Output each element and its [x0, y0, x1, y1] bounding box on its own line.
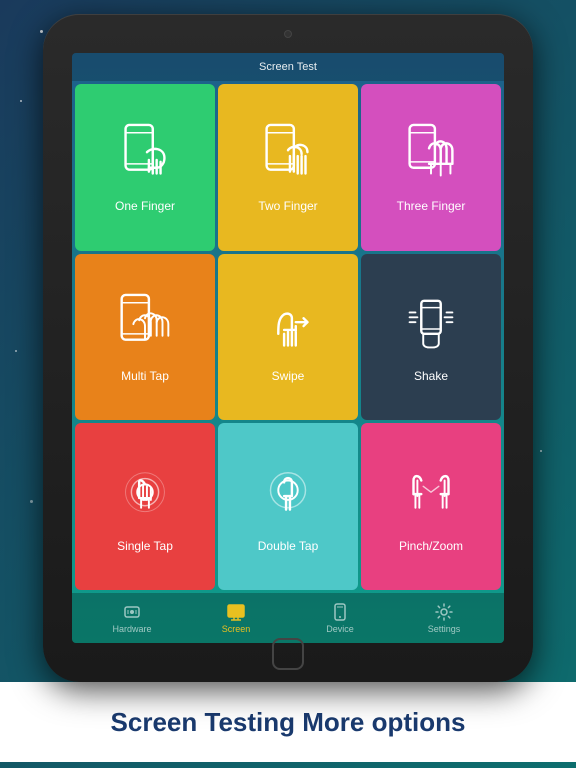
- single-tap-icon: [115, 463, 175, 533]
- screen-title: Screen Test: [259, 61, 317, 73]
- tablet-frame: Screen Test One Finger: [43, 14, 533, 682]
- gesture-grid: One Finger Two Finger: [72, 81, 504, 593]
- grid-item-three-finger[interactable]: Three Finger: [361, 84, 501, 251]
- tablet-camera: [284, 30, 292, 38]
- grid-item-two-finger[interactable]: Two Finger: [218, 84, 358, 251]
- bottom-banner: Screen Testing More options: [0, 682, 576, 762]
- tab-screen-label: Screen: [222, 624, 251, 634]
- grid-item-swipe[interactable]: Swipe: [218, 254, 358, 421]
- tab-settings-label: Settings: [428, 624, 461, 634]
- multi-tap-label: Multi Tap: [121, 369, 169, 383]
- swipe-label: Swipe: [272, 369, 305, 383]
- tab-hardware[interactable]: Hardware: [97, 602, 167, 634]
- tab-bar: Hardware Screen Device: [72, 593, 504, 643]
- multi-tap-icon: [115, 293, 175, 363]
- tablet-home-button[interactable]: [272, 638, 304, 670]
- grid-item-single-tap[interactable]: Single Tap: [75, 423, 215, 590]
- two-finger-label: Two Finger: [258, 199, 317, 213]
- pinch-zoom-label: Pinch/Zoom: [399, 539, 463, 553]
- grid-item-one-finger[interactable]: One Finger: [75, 84, 215, 251]
- tab-screen[interactable]: Screen: [201, 602, 271, 634]
- screen-tab-icon: [226, 602, 246, 622]
- tab-device[interactable]: Device: [305, 602, 375, 634]
- shake-label: Shake: [414, 369, 448, 383]
- grid-item-multi-tap[interactable]: Multi Tap: [75, 254, 215, 421]
- two-finger-icon: [258, 123, 318, 193]
- tab-hardware-label: Hardware: [112, 624, 151, 634]
- grid-item-pinch-zoom[interactable]: Pinch/Zoom: [361, 423, 501, 590]
- one-finger-icon: [115, 123, 175, 193]
- settings-icon: [434, 602, 454, 622]
- bottom-banner-text: Screen Testing More options: [111, 707, 466, 738]
- tab-device-label: Device: [326, 624, 354, 634]
- tablet-screen: Screen Test One Finger: [72, 53, 504, 643]
- hardware-icon: [122, 602, 142, 622]
- device-icon: [330, 602, 350, 622]
- three-finger-icon: [401, 123, 461, 193]
- swipe-icon: [258, 293, 318, 363]
- single-tap-label: Single Tap: [117, 539, 173, 553]
- tab-settings[interactable]: Settings: [409, 602, 479, 634]
- grid-item-shake[interactable]: Shake: [361, 254, 501, 421]
- pinch-zoom-icon: [401, 463, 461, 533]
- double-tap-icon: [258, 463, 318, 533]
- three-finger-label: Three Finger: [397, 199, 466, 213]
- shake-icon: [401, 293, 461, 363]
- double-tap-label: Double Tap: [258, 539, 319, 553]
- grid-item-double-tap[interactable]: Double Tap: [218, 423, 358, 590]
- screen-header: Screen Test: [72, 53, 504, 81]
- one-finger-label: One Finger: [115, 199, 175, 213]
